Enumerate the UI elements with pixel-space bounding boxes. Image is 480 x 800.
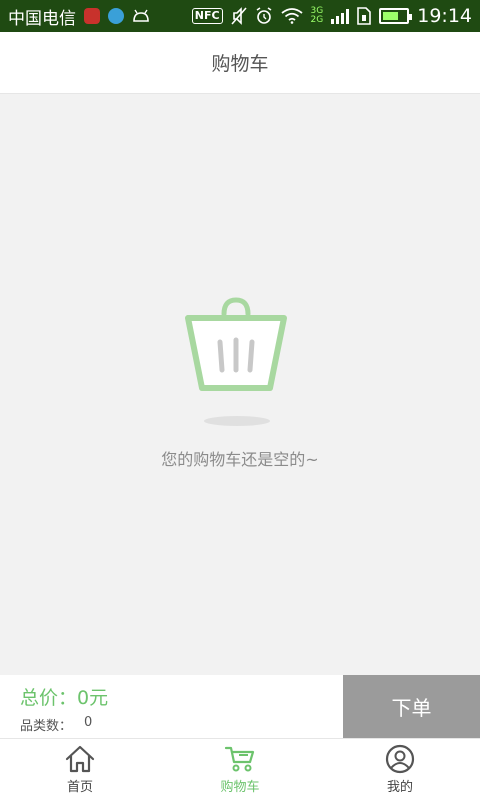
clock: 19:14 xyxy=(417,5,472,27)
alarm-icon xyxy=(256,7,271,24)
total-value: 0元 xyxy=(77,687,109,709)
tab-label: 我的 xyxy=(386,780,413,795)
app-icon-red xyxy=(84,8,100,24)
tab-home[interactable]: 首页 xyxy=(0,739,160,800)
status-bar: 中国电信 NFC 3G 2G 19:14 xyxy=(0,0,480,32)
empty-cart-area: 您的购物车还是空的~ xyxy=(0,94,480,674)
mute-icon xyxy=(230,7,247,25)
tab-cart[interactable]: 购物车 xyxy=(160,739,320,800)
wifi-icon xyxy=(280,8,303,24)
network-type: 3G 2G xyxy=(310,6,324,25)
category-count: 品类数： 0 xyxy=(20,715,92,734)
basket-icon xyxy=(185,297,287,391)
total-label: 总价： xyxy=(20,687,78,709)
carrier-name: 中国电信 xyxy=(8,8,76,29)
cart-icon xyxy=(224,746,255,772)
battery-icon xyxy=(379,8,413,24)
empty-cart-message: 您的购物车还是空的~ xyxy=(161,450,319,469)
tab-bar: 首页 购物车 我的 xyxy=(0,738,480,800)
user-icon xyxy=(385,744,415,774)
cart-summary: 总价： 0元 品类数： 0 下单 xyxy=(0,675,480,738)
tab-label: 购物车 xyxy=(220,780,260,795)
home-icon xyxy=(65,745,95,773)
app-icon-blue xyxy=(108,8,124,24)
android-icon xyxy=(133,9,149,22)
tab-label: 首页 xyxy=(66,780,93,795)
basket-shadow xyxy=(204,416,270,426)
page-title: 购物车 xyxy=(211,53,269,75)
count-label: 品类数： xyxy=(20,719,73,734)
place-order-button[interactable]: 下单 xyxy=(343,675,480,738)
signal-icon xyxy=(331,8,350,24)
header: 购物车 xyxy=(0,32,480,94)
total-price: 总价： 0元 xyxy=(20,683,108,710)
nfc-icon: NFC xyxy=(191,8,223,24)
sim-icon xyxy=(357,7,372,25)
count-value: 0 xyxy=(84,715,93,730)
tab-profile[interactable]: 我的 xyxy=(320,739,480,800)
